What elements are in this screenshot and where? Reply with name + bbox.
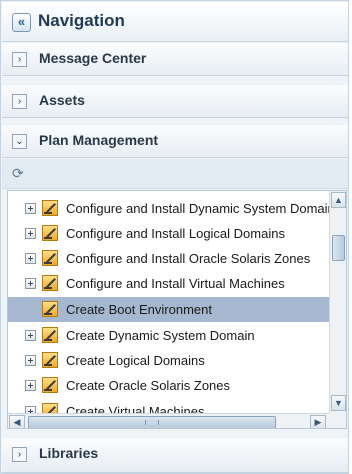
expand-icon[interactable]: ›: [12, 447, 27, 462]
expand-icon[interactable]: ›: [12, 94, 27, 109]
section-message-center[interactable]: › Message Center: [2, 43, 348, 76]
tree-row-label: Configure and Install Logical Domains: [66, 226, 285, 241]
tree-viewport: Configure and Install Dynamic System Dom…: [8, 191, 330, 413]
scroll-left-button[interactable]: ◀: [9, 415, 25, 428]
tree-row-label: Configure and Install Oracle Solaris Zon…: [66, 251, 311, 266]
scroll-corner: [329, 413, 346, 428]
deployment-plan-icon: [42, 403, 58, 413]
section-assets[interactable]: › Assets: [2, 85, 348, 118]
scroll-up-button[interactable]: ▲: [331, 192, 346, 208]
navigation-header: « Navigation: [2, 2, 348, 42]
section-label: Plan Management: [39, 132, 159, 148]
tree-row[interactable]: Configure and Install Virtual Machines: [8, 271, 330, 296]
section-label: Assets: [39, 92, 85, 108]
tree-row-label: Create Virtual Machines: [66, 404, 205, 413]
expand-node-icon[interactable]: [25, 355, 36, 366]
deployment-plan-icon: [42, 250, 58, 266]
collapse-navigation-button[interactable]: «: [12, 13, 31, 32]
deployment-plan-icon: [42, 352, 58, 368]
expand-node-icon[interactable]: [25, 406, 36, 413]
tree-row-label: Create Boot Environment: [66, 302, 212, 317]
grip-icon: [145, 420, 159, 425]
horizontal-scroll-thumb[interactable]: [28, 416, 276, 428]
tree-row[interactable]: Configure and Install Oracle Solaris Zon…: [8, 246, 330, 271]
tree-row[interactable]: Configure and Install Dynamic System Dom…: [8, 196, 330, 221]
vertical-scrollbar[interactable]: ▲ ▼: [329, 191, 346, 413]
tree-row[interactable]: Configure and Install Logical Domains: [8, 221, 330, 246]
section-label: Message Center: [39, 50, 147, 66]
tree-row-label: Create Logical Domains: [66, 353, 205, 368]
deployment-plan-icon: [42, 327, 58, 343]
tree-row[interactable]: Create Logical Domains: [8, 348, 330, 373]
navigation-title: Navigation: [38, 11, 125, 30]
expand-node-icon[interactable]: [25, 380, 36, 391]
tree-row-label: Configure and Install Dynamic System Dom…: [66, 201, 330, 216]
vertical-scroll-thumb[interactable]: [332, 235, 345, 261]
tree-row[interactable]: Create Virtual Machines: [8, 399, 330, 413]
expand-node-icon[interactable]: [25, 330, 36, 341]
expand-node-icon[interactable]: [25, 228, 36, 239]
deployment-plan-icon: [42, 200, 58, 216]
deployment-plan-icon: [42, 275, 58, 291]
scroll-right-button[interactable]: ▶: [310, 415, 326, 428]
expand-node-icon[interactable]: [25, 203, 36, 214]
horizontal-scrollbar[interactable]: ◀ ▶: [8, 413, 346, 428]
tree-row-label: Configure and Install Virtual Machines: [66, 276, 285, 291]
section-plan-management[interactable]: ⌄ Plan Management: [2, 125, 348, 158]
collapse-icon[interactable]: ⌄: [12, 134, 27, 149]
deployment-plan-icon: [42, 377, 58, 393]
section-label: Libraries: [39, 445, 99, 461]
scroll-down-button[interactable]: ▼: [331, 395, 346, 411]
tree-row[interactable]: Create Oracle Solaris Zones: [8, 373, 330, 398]
navigation-panel: « Navigation › Message Center › Assets ⌄…: [0, 0, 349, 474]
plan-management-toolbar: ⟳: [2, 159, 348, 189]
section-libraries[interactable]: › Libraries: [2, 438, 348, 473]
plan-tree: Configure and Install Dynamic System Dom…: [7, 190, 347, 429]
tree-row-selected[interactable]: Create Boot Environment: [8, 297, 330, 322]
expand-node-icon[interactable]: [25, 278, 36, 289]
expand-icon[interactable]: ›: [12, 52, 27, 67]
tree-row-label: Create Oracle Solaris Zones: [66, 378, 231, 393]
deployment-plan-icon: [42, 225, 58, 241]
expand-node-icon[interactable]: [25, 253, 36, 264]
tree-row[interactable]: Create Dynamic System Domain: [8, 323, 330, 348]
refresh-icon[interactable]: ⟳: [12, 165, 24, 182]
deployment-plan-icon: [42, 301, 58, 317]
tree-row-label: Create Dynamic System Domain: [66, 328, 255, 343]
